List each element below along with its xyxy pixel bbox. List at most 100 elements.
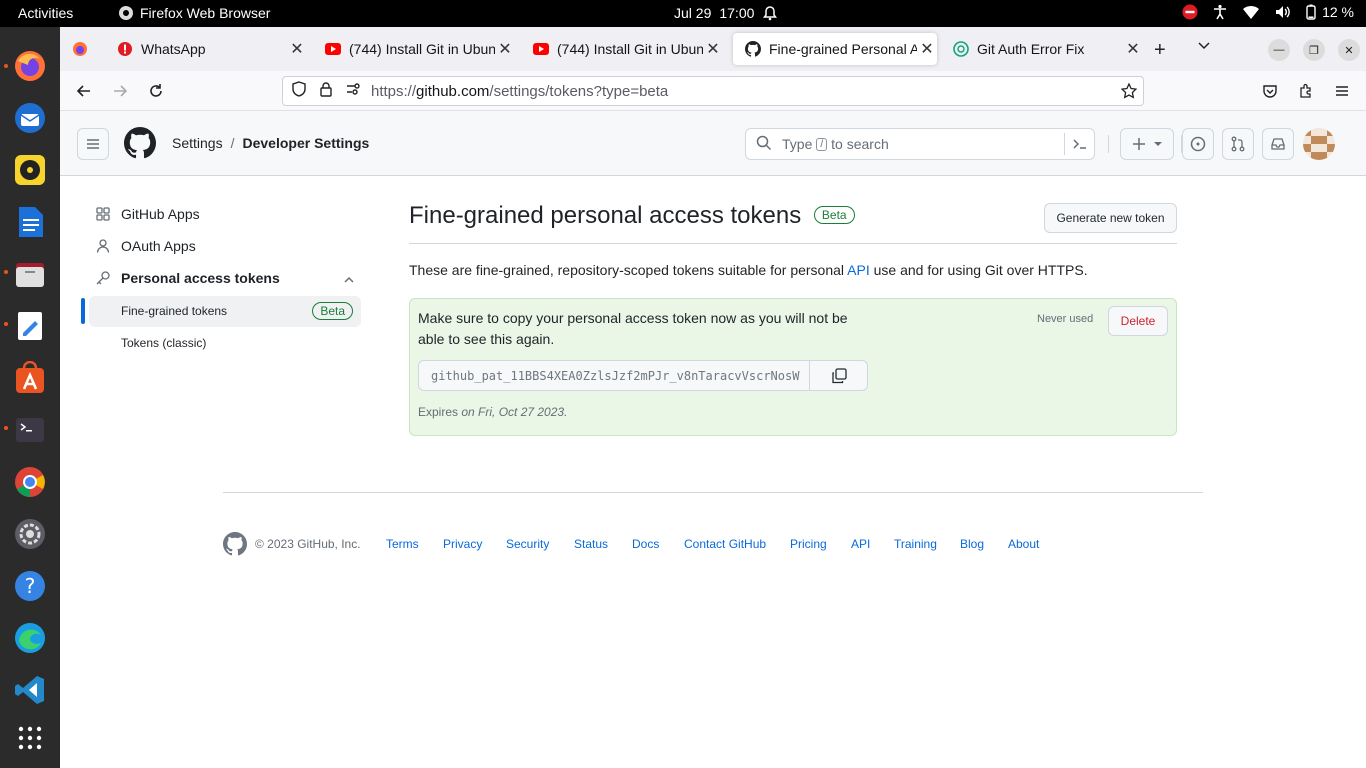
footer-link-terms[interactable]: Terms bbox=[386, 537, 419, 551]
search-placeholder-type: Type bbox=[782, 136, 813, 152]
footer-link-blog[interactable]: Blog bbox=[960, 537, 984, 551]
firefox-icon[interactable] bbox=[12, 48, 48, 84]
text-editor-icon[interactable] bbox=[12, 308, 48, 344]
github-logo-icon[interactable] bbox=[124, 127, 156, 164]
ubuntu-software-icon[interactable] bbox=[12, 360, 48, 396]
close-tab-icon[interactable]: ✕ bbox=[917, 39, 937, 59]
copy-warning-line: Make sure to copy your personal access t… bbox=[418, 310, 848, 326]
footer-link-pricing[interactable]: Pricing bbox=[790, 537, 827, 551]
bookmark-star-icon[interactable] bbox=[1120, 82, 1138, 103]
permissions-icon[interactable] bbox=[345, 81, 361, 101]
delete-token-button[interactable]: Delete bbox=[1108, 306, 1168, 336]
reload-icon[interactable] bbox=[144, 79, 168, 103]
url-path: /settings/tokens?type=beta bbox=[489, 82, 669, 100]
sidebar-item-personal-access-tokens[interactable]: Personal access tokens bbox=[95, 270, 355, 286]
show-apps-icon[interactable] bbox=[12, 720, 48, 756]
create-new-button[interactable] bbox=[1120, 128, 1174, 160]
close-tab-icon[interactable]: ✕ bbox=[287, 39, 307, 59]
person-icon bbox=[95, 239, 111, 253]
footer-link-about[interactable]: About bbox=[1008, 537, 1039, 551]
page-title-text: Fine-grained personal access tokens bbox=[409, 202, 802, 229]
header-divider bbox=[1108, 135, 1109, 153]
files-icon[interactable] bbox=[12, 256, 48, 292]
lock-icon[interactable] bbox=[319, 81, 333, 101]
new-token-notice: Make sure to copy your personal access t… bbox=[409, 298, 1177, 436]
pull-requests-icon[interactable] bbox=[1222, 128, 1254, 160]
libreoffice-writer-icon[interactable] bbox=[12, 204, 48, 240]
sidebar-item-tokens-classic[interactable]: Tokens (classic) bbox=[121, 336, 206, 350]
breadcrumb-current[interactable]: Developer Settings bbox=[242, 135, 369, 151]
firefox-view-icon[interactable] bbox=[72, 41, 88, 62]
tab-github-tokens[interactable]: Fine-grained Personal Access Tokens ✕ bbox=[733, 33, 937, 65]
footer-link-status[interactable]: Status bbox=[574, 537, 608, 551]
footer-link-privacy[interactable]: Privacy bbox=[443, 537, 482, 551]
avatar[interactable] bbox=[1303, 128, 1335, 160]
breadcrumb-settings[interactable]: Settings bbox=[172, 135, 223, 151]
api-link[interactable]: API bbox=[847, 262, 870, 278]
extensions-icon[interactable] bbox=[1294, 79, 1318, 103]
hamburger-menu-icon[interactable] bbox=[77, 128, 109, 160]
settings-icon[interactable] bbox=[12, 516, 48, 552]
terminal-icon[interactable] bbox=[12, 412, 48, 448]
thunderbird-icon[interactable] bbox=[12, 100, 48, 136]
footer-link-security[interactable]: Security bbox=[506, 537, 549, 551]
token-value-field[interactable]: github_pat_11BBS4XEA0ZzlsJzf2mPJr_v8nTar… bbox=[418, 360, 868, 391]
apps-icon bbox=[95, 207, 111, 221]
generate-new-token-button[interactable]: Generate new token bbox=[1044, 203, 1177, 233]
tab-title: WhatsApp bbox=[141, 41, 206, 57]
tab-chatgpt[interactable]: Git Auth Error Fix ✕ bbox=[941, 33, 1143, 65]
system-tray[interactable]: 12 % bbox=[1182, 4, 1354, 20]
github-icon bbox=[745, 41, 761, 57]
footer-link-contact[interactable]: Contact GitHub bbox=[684, 537, 766, 551]
app-menu[interactable]: Firefox Web Browser bbox=[118, 5, 270, 21]
new-tab-icon[interactable]: + bbox=[1154, 39, 1166, 62]
footer-link-api[interactable]: API bbox=[851, 537, 870, 551]
search-placeholder-rest: to search bbox=[831, 136, 889, 152]
copy-icon[interactable] bbox=[809, 361, 867, 390]
command-palette-icon[interactable] bbox=[1064, 133, 1094, 155]
close-window-icon[interactable]: ✕ bbox=[1338, 39, 1360, 61]
pocket-icon[interactable] bbox=[1258, 79, 1282, 103]
close-tab-icon[interactable]: ✕ bbox=[495, 39, 515, 59]
tab-title: (744) Install Git in Ubuntu bbox=[349, 41, 495, 57]
sidebar-item-oauth-apps[interactable]: OAuth Apps bbox=[95, 238, 196, 254]
list-all-tabs-icon[interactable] bbox=[1197, 39, 1211, 58]
tab-whatsapp[interactable]: WhatsApp ✕ bbox=[105, 33, 307, 65]
search-icon bbox=[756, 135, 772, 154]
url-text[interactable]: https://github.com/settings/tokens?type=… bbox=[371, 83, 668, 100]
issues-icon[interactable] bbox=[1182, 128, 1214, 160]
tab-youtube-2[interactable]: (744) Install Git in Ubuntu ✕ bbox=[521, 33, 723, 65]
search-input[interactable]: Type / to search bbox=[745, 128, 1095, 160]
footer-link-docs[interactable]: Docs bbox=[632, 537, 659, 551]
github-footer-logo-icon[interactable] bbox=[223, 532, 247, 561]
sidebar-label: OAuth Apps bbox=[121, 238, 196, 254]
minimize-icon[interactable]: — bbox=[1268, 39, 1290, 61]
url-bar[interactable]: https://github.com/settings/tokens?type=… bbox=[282, 76, 1144, 106]
sidebar-item-github-apps[interactable]: GitHub Apps bbox=[95, 206, 200, 222]
ubuntu-dock: ? bbox=[0, 27, 60, 768]
token-value[interactable]: github_pat_11BBS4XEA0ZzlsJzf2mPJr_v8nTar… bbox=[419, 361, 809, 390]
close-tab-icon[interactable]: ✕ bbox=[703, 39, 723, 59]
rhythmbox-icon[interactable] bbox=[12, 152, 48, 188]
inbox-icon[interactable] bbox=[1262, 128, 1294, 160]
chevron-up-icon[interactable] bbox=[343, 273, 355, 289]
maximize-icon[interactable]: ❐ bbox=[1303, 39, 1325, 61]
vscode-icon[interactable] bbox=[12, 672, 48, 708]
whatsapp-icon bbox=[117, 41, 133, 57]
close-tab-icon[interactable]: ✕ bbox=[1123, 39, 1143, 59]
battery-icon bbox=[1306, 4, 1316, 20]
app-menu-icon[interactable] bbox=[1330, 79, 1354, 103]
edge-icon[interactable] bbox=[12, 620, 48, 656]
footer-link-training[interactable]: Training bbox=[894, 537, 937, 551]
chrome-icon[interactable] bbox=[12, 464, 48, 500]
tab-youtube-1[interactable]: (744) Install Git in Ubuntu ✕ bbox=[313, 33, 515, 65]
activities-button[interactable]: Activities bbox=[18, 5, 73, 21]
back-icon[interactable] bbox=[72, 79, 96, 103]
page-title: Fine-grained personal access tokens Beta bbox=[409, 202, 855, 230]
forward-icon[interactable] bbox=[108, 79, 132, 103]
running-indicator bbox=[4, 426, 8, 430]
clock[interactable]: Jul 29 17:00 bbox=[674, 5, 778, 21]
tracking-protection-icon[interactable] bbox=[291, 81, 307, 101]
help-icon[interactable]: ? bbox=[12, 568, 48, 604]
sidebar-item-fine-grained-tokens[interactable]: Fine-grained tokens Beta bbox=[89, 296, 361, 327]
